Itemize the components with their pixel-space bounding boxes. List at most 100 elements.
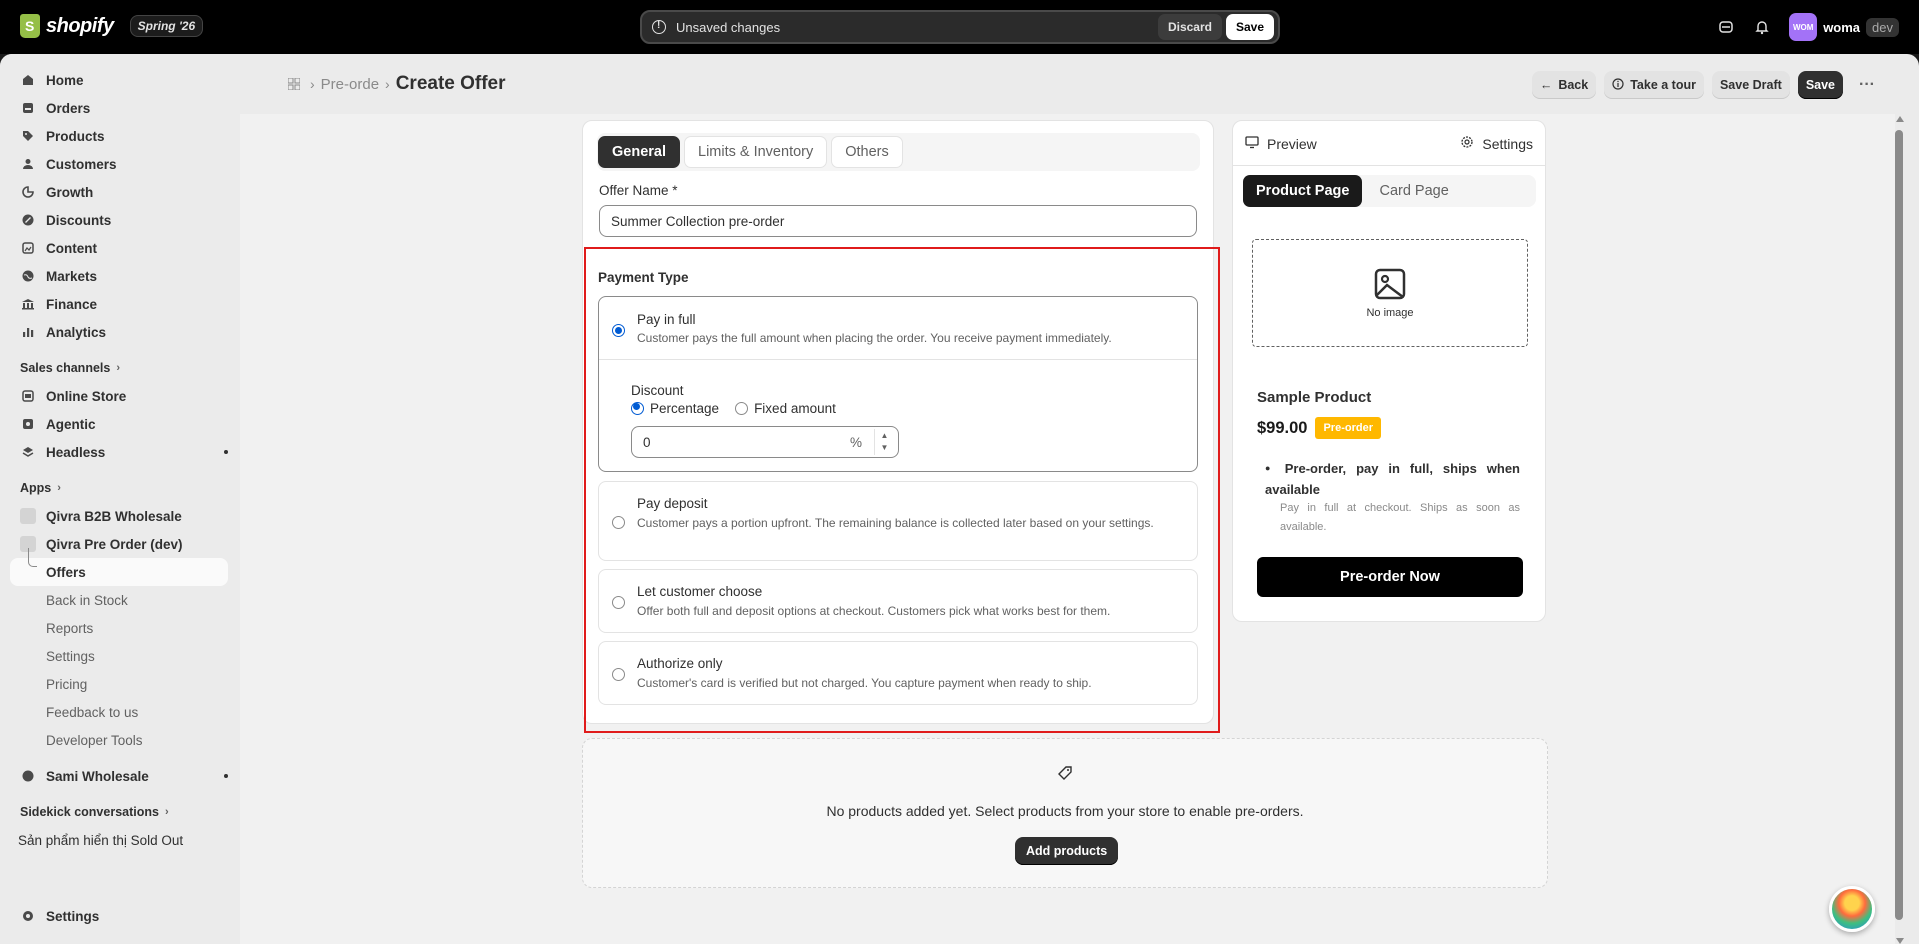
logo-text: shopify xyxy=(46,14,114,37)
sidebar-sub-developer-tools[interactable]: Developer Tools xyxy=(0,726,240,754)
sidebar-item-headless[interactable]: Headless xyxy=(0,438,240,466)
preview-settings-button[interactable]: Settings xyxy=(1460,135,1533,152)
scrollbar[interactable] xyxy=(1895,116,1905,944)
chevron-down-icon[interactable]: ▼ xyxy=(881,443,889,453)
tab-others[interactable]: Others xyxy=(831,136,903,168)
preview-tabs: Product Page Card Page xyxy=(1243,175,1536,207)
breadcrumb-parent[interactable]: Pre-orde xyxy=(321,76,379,93)
payment-option-let-customer-choose[interactable]: Let customer choose Offer both full and … xyxy=(598,569,1198,633)
more-actions-icon[interactable]: ··· xyxy=(1851,71,1883,99)
sidebar-item-home[interactable]: Home xyxy=(0,66,240,94)
percentage-radio-option[interactable]: Percentage xyxy=(631,401,719,416)
sidebar-sub-reports[interactable]: Reports xyxy=(0,614,240,642)
scroll-thumb[interactable] xyxy=(1895,130,1903,920)
apps-section[interactable]: Apps › xyxy=(0,474,240,502)
chevron-up-icon[interactable]: ▲ xyxy=(881,431,889,441)
pay-deposit-radio[interactable] xyxy=(612,516,625,529)
product-name: Sample Product xyxy=(1257,389,1372,406)
payment-option-pay-deposit[interactable]: Pay deposit Customer pays a portion upfr… xyxy=(598,481,1198,561)
option-description: Customer pays a portion upfront. The rem… xyxy=(637,516,1154,530)
percentage-radio[interactable] xyxy=(631,402,644,415)
sidebar-item-products[interactable]: Products xyxy=(0,122,240,150)
sidebar-item-label: Content xyxy=(46,240,97,256)
app-grid-icon[interactable] xyxy=(288,76,304,92)
fixed-amount-radio-option[interactable]: Fixed amount xyxy=(735,401,836,416)
home-icon xyxy=(20,72,36,88)
sidebar-item-label: Settings xyxy=(46,908,100,924)
sidebar-item-growth[interactable]: Growth xyxy=(0,178,240,206)
tag-icon xyxy=(20,128,36,144)
bar-chart-icon xyxy=(20,324,36,340)
sidebar-sub-feedback[interactable]: Feedback to us xyxy=(0,698,240,726)
globe-icon xyxy=(20,268,36,284)
sidebar-sub-pricing[interactable]: Pricing xyxy=(0,670,240,698)
pre-order-now-button[interactable]: Pre-order Now xyxy=(1257,557,1523,597)
preview-divider xyxy=(1233,165,1545,166)
tab-general[interactable]: General xyxy=(598,136,680,168)
preview-card: Preview Settings Product Page Card Page … xyxy=(1232,120,1546,622)
payment-option-authorize-only[interactable]: Authorize only Customer's card is verifi… xyxy=(598,641,1198,705)
sidebar-item-online-store[interactable]: Online Store xyxy=(0,382,240,410)
tag-icon xyxy=(1057,765,1073,784)
discount-value-input[interactable]: 0 % ▲ ▼ xyxy=(631,426,899,458)
sidebar-item-label: Developer Tools xyxy=(46,732,143,748)
preorder-bullet-title: Pre-order, pay in full, ships when avail… xyxy=(1265,459,1520,499)
sidebar-item-content[interactable]: Content xyxy=(0,234,240,262)
tab-product-page[interactable]: Product Page xyxy=(1243,175,1363,207)
sidebar-item-analytics[interactable]: Analytics xyxy=(0,318,240,346)
sidebar-item-label: Feedback to us xyxy=(46,704,139,720)
tab-limits-inventory[interactable]: Limits & Inventory xyxy=(684,136,828,168)
sidebar-sub-settings[interactable]: Settings xyxy=(0,642,240,670)
offer-name-input[interactable]: Summer Collection pre-order xyxy=(599,205,1197,237)
discount-label: Discount xyxy=(631,383,684,398)
sidebar-item-finance[interactable]: Finance xyxy=(0,290,240,318)
sidebar-sub-offers[interactable]: Offers xyxy=(10,548,228,586)
sidebar-item-label: Headless xyxy=(46,444,106,460)
sidebar-item-discounts[interactable]: Discounts xyxy=(0,206,240,234)
scroll-down-arrow[interactable] xyxy=(1896,938,1904,944)
sidekick-conversations-section[interactable]: Sidekick conversations › xyxy=(0,798,240,826)
sidebar-item-markets[interactable]: Markets xyxy=(0,262,240,290)
sidebar-app-sami-wholesale[interactable]: Sami Wholesale xyxy=(0,762,240,790)
option-divider xyxy=(599,359,1197,360)
sidebar-item-customers[interactable]: Customers xyxy=(0,150,240,178)
save-button[interactable]: Save xyxy=(1797,71,1844,99)
let-customer-choose-radio[interactable] xyxy=(612,596,625,609)
sidebar-app-qivra-b2b[interactable]: Qivra B2B Wholesale xyxy=(0,502,240,530)
payment-option-pay-in-full[interactable]: Pay in full Customer pays the full amoun… xyxy=(598,296,1198,472)
edition-badge[interactable]: Spring '26 xyxy=(129,15,204,37)
option-title: Authorize only xyxy=(637,656,723,671)
save-button-top[interactable]: Save xyxy=(1225,14,1274,40)
sidebar-item-settings[interactable]: Settings xyxy=(0,902,111,930)
sidekick-conversation-item[interactable]: Sản phẩm hiển thị Sold Out xyxy=(0,826,240,854)
user-menu[interactable]: WOM woma dev xyxy=(1789,13,1899,41)
discard-button[interactable]: Discard xyxy=(1157,14,1222,40)
breadcrumb-separator: › xyxy=(310,76,315,92)
shopify-logo[interactable]: shopify Spring '26 xyxy=(20,14,204,38)
sidekick-launcher-icon[interactable] xyxy=(1829,886,1875,932)
sidebar-sub-back-in-stock[interactable]: Back in Stock xyxy=(0,586,240,614)
growth-icon xyxy=(20,184,36,200)
sidebar-item-label: Sản phẩm hiển thị Sold Out xyxy=(18,832,184,848)
bell-icon[interactable] xyxy=(1753,18,1771,36)
tab-card-page[interactable]: Card Page xyxy=(1366,175,1461,207)
save-draft-button[interactable]: Save Draft xyxy=(1711,71,1790,99)
sidebar-item-orders[interactable]: Orders xyxy=(0,94,240,122)
scroll-up-arrow[interactable] xyxy=(1896,116,1904,122)
pay-in-full-radio[interactable] xyxy=(612,324,625,337)
chevron-right-icon: › xyxy=(116,362,120,374)
authorize-only-radio[interactable] xyxy=(612,668,625,681)
section-label: Sidekick conversations xyxy=(20,805,159,819)
back-button[interactable]: ← Back xyxy=(1531,71,1597,99)
take-a-tour-button[interactable]: Take a tour xyxy=(1604,71,1704,99)
user-name: woma xyxy=(1823,19,1861,35)
sidebar-item-agentic[interactable]: Agentic xyxy=(0,410,240,438)
fixed-amount-radio[interactable] xyxy=(735,402,749,415)
sales-channels-section[interactable]: Sales channels › xyxy=(0,354,240,382)
arrow-left-icon: ← xyxy=(1539,78,1553,92)
sidekick-icon[interactable] xyxy=(1717,18,1735,36)
quantity-stepper[interactable]: ▲ ▼ xyxy=(874,429,894,455)
content-icon xyxy=(20,240,36,256)
add-products-button[interactable]: Add products xyxy=(1015,837,1119,865)
chevron-right-icon: › xyxy=(164,806,169,818)
